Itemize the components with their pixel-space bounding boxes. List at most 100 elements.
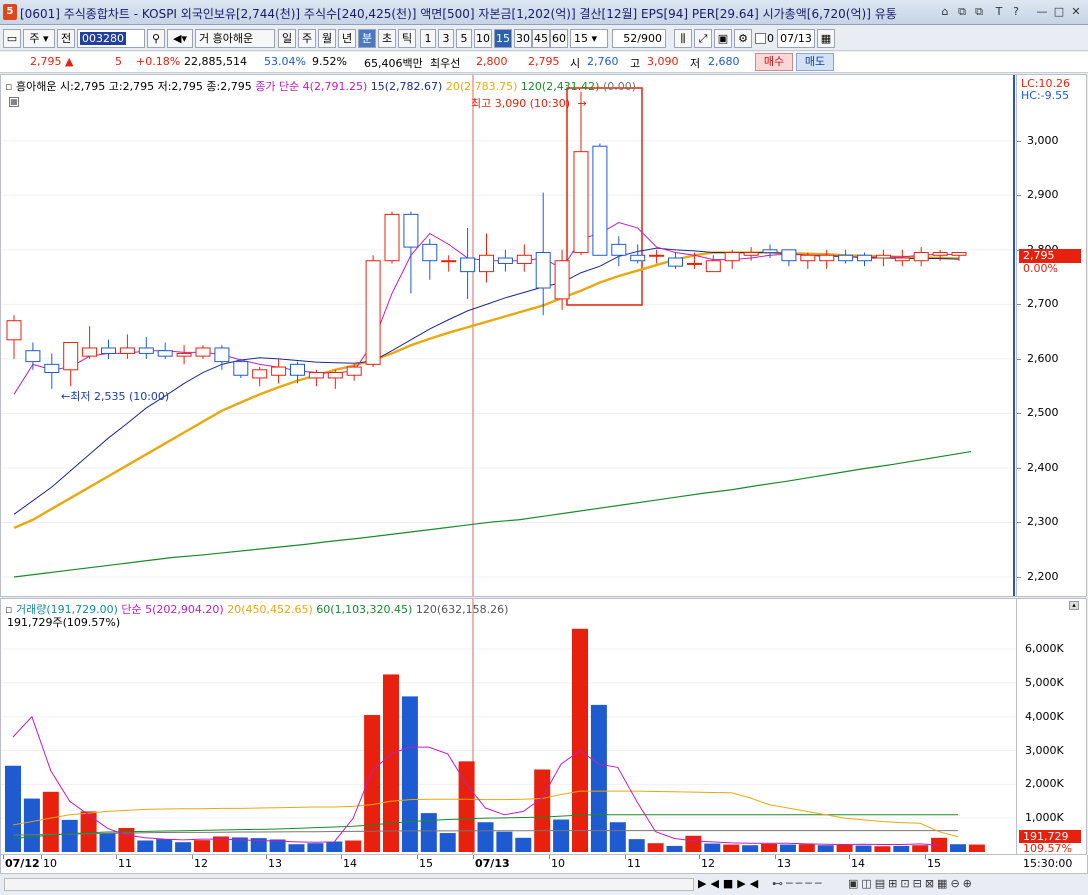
- calendar-icon[interactable]: ▦: [817, 29, 835, 48]
- save-icon[interactable]: ▣: [714, 29, 732, 48]
- count-field[interactable]: 52/900: [612, 29, 666, 48]
- price-tick-label: 2,500: [1027, 406, 1059, 420]
- volume-bar: [288, 844, 305, 852]
- candle-body: [630, 254, 646, 262]
- candle-body: [516, 254, 532, 264]
- candle-body: [535, 252, 551, 289]
- gear-icon[interactable]: ⚙: [734, 29, 752, 48]
- volume-bar: [855, 845, 872, 852]
- volume-pct-marker: 109.57%: [1023, 842, 1072, 855]
- high-annotation: 최고 3,090 (10:30) →: [471, 95, 587, 111]
- candle-body: [214, 347, 230, 363]
- volume-bar: [704, 843, 721, 852]
- candle-body: [554, 260, 570, 300]
- volume-bar: [647, 843, 664, 852]
- app-icon: 5: [3, 4, 17, 20]
- playback-controls[interactable]: ▶◀■▶◀: [698, 877, 762, 890]
- quote-bid: 2,795: [528, 55, 560, 68]
- volume-chart-panel[interactable]: ▫ 거래량(191,729.00) 단순 5(202,904.20) 20(45…: [0, 598, 1017, 855]
- speaker-icon[interactable]: ◀▾: [167, 29, 193, 48]
- quote-ask: 2,800: [476, 55, 508, 68]
- period-second[interactable]: 초: [378, 29, 396, 48]
- volume-bar: [401, 696, 418, 852]
- stock-name-field[interactable]: 거 흥아해운: [195, 29, 275, 48]
- candle-body: [101, 347, 116, 354]
- candle-body: [25, 350, 41, 363]
- time-axis: 07/12 10 11 12 13 14 15 07/13 10 11 12 13 14 15 15:30…: [0, 855, 1088, 874]
- volume-bar: [553, 819, 570, 852]
- text-icon[interactable]: T: [992, 4, 1006, 19]
- search-icon[interactable]: ⚲: [147, 29, 165, 48]
- grid-toggle-icon[interactable]: ▦: [9, 97, 19, 107]
- date-field[interactable]: 07/13: [777, 29, 815, 48]
- candle-body: [705, 260, 721, 273]
- period-day[interactable]: 일: [278, 29, 296, 48]
- price-tick-label: 2,200: [1027, 570, 1059, 583]
- buy-button[interactable]: 매수: [755, 53, 793, 71]
- scrollbar[interactable]: [4, 878, 694, 891]
- minute-30[interactable]: 30: [514, 29, 532, 48]
- close-button[interactable]: ✕: [1069, 4, 1083, 19]
- time-tick-mark: [41, 855, 42, 859]
- candle-body: [743, 252, 759, 256]
- time-tick-mark: [925, 855, 926, 859]
- time-tick-label: 15: [927, 857, 941, 870]
- chart-type-icon[interactable]: ▭: [3, 29, 21, 48]
- code-input[interactable]: 003280: [77, 29, 145, 48]
- price-tick-mark: [1017, 304, 1021, 306]
- minute-10[interactable]: 10: [474, 29, 492, 48]
- maximize-button[interactable]: □: [1052, 4, 1066, 19]
- minute-60[interactable]: 60: [550, 29, 568, 48]
- sell-button[interactable]: 매도: [796, 53, 834, 71]
- quote-ask-label: 최우선: [430, 57, 461, 70]
- high-annotation-text: 최고 3,090 (10:30): [471, 97, 571, 110]
- line-tool-icon[interactable]: ⤢: [694, 29, 712, 48]
- quote-high: 3,090: [647, 55, 679, 68]
- volume-bar: [307, 843, 324, 852]
- tool-icons[interactable]: ▣◫▤⊞⊡⊟⊠▦⊖⊕: [848, 877, 975, 890]
- home-icon[interactable]: ⌂: [938, 4, 952, 19]
- minute-3[interactable]: 3: [438, 29, 454, 48]
- mode-select[interactable]: 주 ▾: [23, 29, 55, 48]
- vol-ma5-line: [12, 715, 940, 846]
- time-tick-mark: [699, 855, 700, 859]
- candle-body: [290, 363, 305, 376]
- period-year[interactable]: 년: [338, 29, 356, 48]
- price-chart-panel[interactable]: ▫ 흥아해운 시:2,795 고:2,795 저:2,795 종:2,795 종…: [0, 74, 1017, 597]
- candle-body: [800, 254, 816, 262]
- legend-icon: ▫: [5, 80, 13, 93]
- candle-body: [724, 252, 740, 262]
- minute-15[interactable]: 15: [494, 29, 512, 48]
- minute-45[interactable]: 45: [532, 29, 550, 48]
- candle-body: [611, 243, 627, 256]
- minute-1[interactable]: 1: [420, 29, 436, 48]
- legend-ma4: 종가 단순 4(2,791.25): [255, 80, 368, 93]
- period-minute[interactable]: 분: [358, 29, 376, 48]
- time-tick-label: 11: [118, 857, 132, 870]
- candle-icon[interactable]: ⫼: [674, 29, 692, 48]
- candle-body: [894, 257, 910, 262]
- prev-button[interactable]: 전: [57, 29, 75, 48]
- candle-body: [138, 347, 154, 354]
- checkbox[interactable]: [755, 33, 766, 44]
- collapse-icon[interactable]: ▴: [1069, 601, 1079, 610]
- hc-label: HC:-9.55: [1021, 89, 1070, 102]
- minute-5[interactable]: 5: [456, 29, 472, 48]
- legend-ma15: 15(2,782.67): [370, 80, 443, 93]
- period-month[interactable]: 월: [318, 29, 336, 48]
- zoom-slider[interactable]: ⊷────: [772, 877, 825, 890]
- quote-open: 2,760: [587, 55, 619, 68]
- candle-body: [913, 252, 929, 262]
- tile-icon[interactable]: ⧉: [972, 4, 986, 19]
- volume-bar: [590, 704, 607, 852]
- help-icon[interactable]: ?: [1009, 4, 1023, 19]
- price-tick-mark: [1017, 467, 1021, 469]
- time-tick-label: 07/13: [475, 857, 510, 870]
- restore-icon[interactable]: ⧉: [955, 4, 969, 19]
- period-week[interactable]: 주: [298, 29, 316, 48]
- volume-bar: [80, 811, 97, 852]
- interval-select[interactable]: 15 ▾: [570, 29, 608, 48]
- period-tick[interactable]: 틱: [398, 29, 416, 48]
- time-tick-mark: [192, 855, 193, 859]
- minimize-button[interactable]: —: [1035, 4, 1049, 19]
